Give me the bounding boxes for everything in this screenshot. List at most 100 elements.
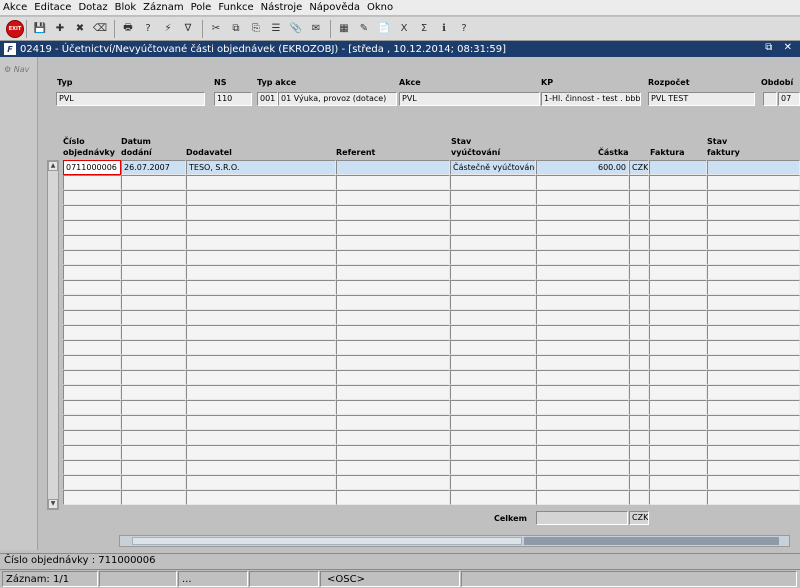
cell-mena[interactable] [629,175,649,190]
cell-castka[interactable] [536,490,629,505]
cell-mena[interactable] [629,430,649,445]
cell-dodavatel[interactable] [186,430,336,445]
cell-castka[interactable] [536,430,629,445]
cell-faktura[interactable] [649,175,707,190]
table-row[interactable] [39,355,800,371]
cell-dodavatel[interactable]: TESO, S.R.O. [186,160,336,175]
cell-stav[interactable] [450,415,536,430]
clear-icon[interactable]: ⌫ [92,21,108,37]
cell-stav[interactable] [450,205,536,220]
cell-faktura[interactable] [649,415,707,430]
cell-faktura[interactable] [649,310,707,325]
cell-castka[interactable] [536,295,629,310]
calculator-icon[interactable]: ▦ [336,21,352,37]
cell-referent[interactable] [336,250,450,265]
menu-item-7[interactable]: Nástroje [261,2,303,13]
table-row[interactable] [39,445,800,461]
attach-icon[interactable]: 📎 [288,21,304,37]
mail-icon[interactable]: ✉ [308,21,324,37]
nav-button[interactable]: ⚙ Nav [4,65,29,74]
cell-datum[interactable] [121,430,186,445]
obdobi-flag-field[interactable] [763,92,777,106]
cell-stav-faktury[interactable] [707,190,800,205]
cell-cislo[interactable] [63,310,121,325]
cell-datum[interactable]: 26.07.2007 [121,160,186,175]
cell-castka[interactable] [536,340,629,355]
cell-referent[interactable] [336,310,450,325]
cell-mena[interactable] [629,235,649,250]
cell-referent[interactable] [336,490,450,505]
cell-castka[interactable] [536,460,629,475]
table-row[interactable] [39,385,800,401]
cell-dodavatel[interactable] [186,445,336,460]
cell-datum[interactable] [121,385,186,400]
cell-faktura[interactable] [649,400,707,415]
cell-stav-faktury[interactable] [707,325,800,340]
cell-datum[interactable] [121,415,186,430]
cell-mena[interactable] [629,340,649,355]
cell-stav-faktury[interactable] [707,250,800,265]
cell-castka[interactable] [536,370,629,385]
menu-item-9[interactable]: Okno [367,2,393,13]
cell-referent[interactable] [336,220,450,235]
cell-referent[interactable] [336,415,450,430]
cell-cislo[interactable] [63,205,121,220]
cell-referent[interactable] [336,460,450,475]
cell-cislo[interactable] [63,460,121,475]
cell-mena[interactable] [629,205,649,220]
save-icon[interactable]: 💾 [32,21,48,37]
cell-referent[interactable] [336,430,450,445]
cell-stav-faktury[interactable] [707,355,800,370]
cut-icon[interactable]: ✂ [208,21,224,37]
cell-referent[interactable] [336,190,450,205]
cell-stav[interactable] [450,295,536,310]
cell-stav-faktury[interactable] [707,430,800,445]
cell-cislo[interactable] [63,250,121,265]
cell-stav-faktury[interactable] [707,445,800,460]
cell-stav-faktury[interactable] [707,370,800,385]
cell-mena[interactable] [629,355,649,370]
cell-castka[interactable] [536,400,629,415]
menu-item-4[interactable]: Záznam [143,2,183,13]
cell-castka[interactable] [536,265,629,280]
cell-mena[interactable] [629,490,649,505]
cell-stav[interactable] [450,370,536,385]
table-row[interactable] [39,415,800,431]
cell-dodavatel[interactable] [186,475,336,490]
cell-referent[interactable] [336,175,450,190]
typ-akce-name-field[interactable]: 01 Výuka, provoz (dotace) [278,92,397,106]
excel-icon[interactable]: X [396,21,412,37]
enter-query-icon[interactable]: ? [140,21,156,37]
cell-stav-faktury[interactable] [707,220,800,235]
cell-cislo[interactable]: 0711000006 [63,160,121,175]
cell-faktura[interactable] [649,325,707,340]
horizontal-scroll-thumb[interactable] [132,537,522,545]
cell-stav[interactable] [450,325,536,340]
cell-faktura[interactable] [649,220,707,235]
cell-referent[interactable] [336,385,450,400]
cell-dodavatel[interactable] [186,205,336,220]
cell-stav-faktury[interactable] [707,175,800,190]
note-icon[interactable]: ✎ [356,21,372,37]
horizontal-scroll-track[interactable] [524,537,779,545]
cell-datum[interactable] [121,475,186,490]
cell-mena[interactable] [629,400,649,415]
cell-referent[interactable] [336,355,450,370]
cell-stav[interactable] [450,460,536,475]
akce-field[interactable]: PVL [399,92,540,106]
cell-datum[interactable] [121,220,186,235]
list-icon[interactable]: ☰ [268,21,284,37]
cell-stav-faktury[interactable] [707,385,800,400]
cell-castka[interactable] [536,325,629,340]
cell-cislo[interactable] [63,295,121,310]
cell-stav-faktury[interactable] [707,295,800,310]
cell-castka[interactable] [536,235,629,250]
kp-field[interactable]: 1-Hl. činnost - test . bbbb [541,92,641,106]
cell-faktura[interactable] [649,295,707,310]
cell-cislo[interactable] [63,325,121,340]
cell-stav-faktury[interactable] [707,205,800,220]
cell-cislo[interactable] [63,220,121,235]
cell-dodavatel[interactable] [186,250,336,265]
table-row[interactable]: 0711000006 26.07.2007 TESO, S.R.O. Částečně… [39,160,800,176]
cell-faktura[interactable] [649,235,707,250]
